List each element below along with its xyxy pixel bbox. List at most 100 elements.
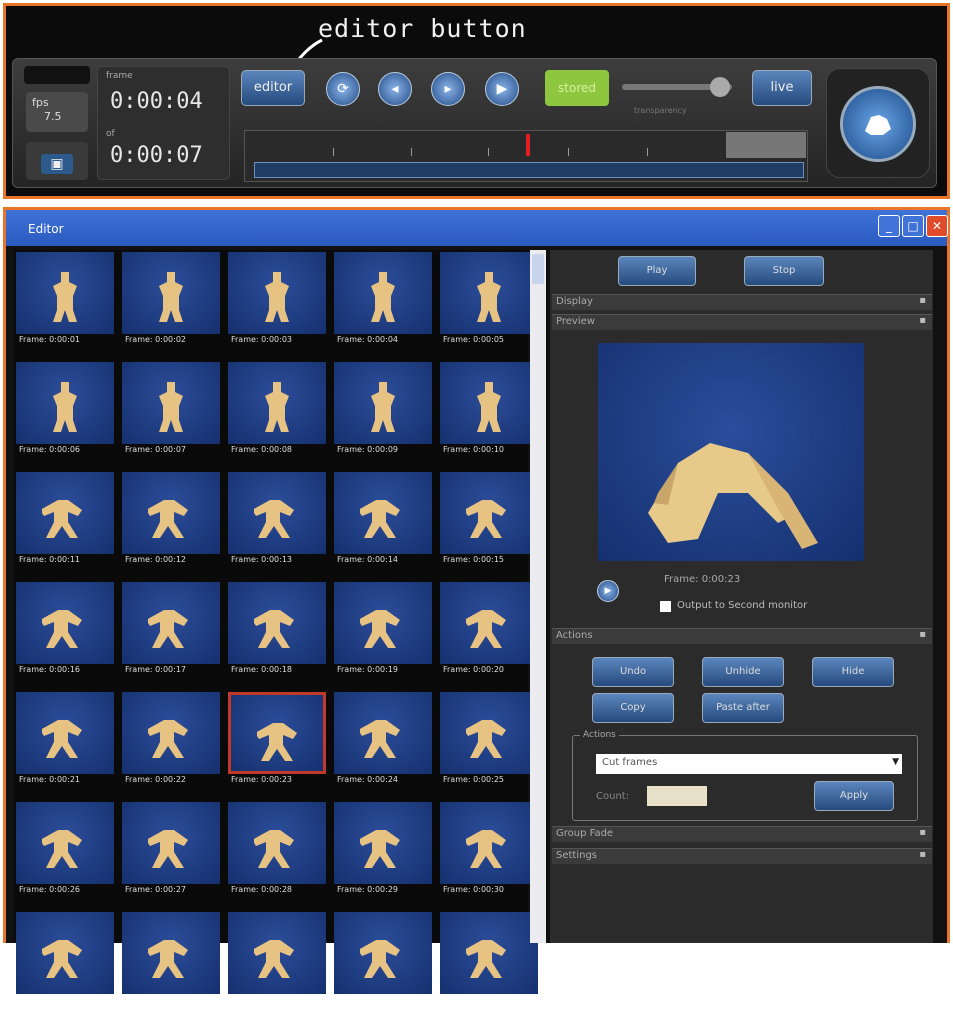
frame-thumbnail[interactable]: Frame: 0:00:12	[122, 472, 220, 574]
thumbnail-image	[228, 582, 326, 664]
undo-button[interactable]: Undo	[592, 657, 674, 687]
frame-thumbnail[interactable]: Frame: 0:00:15	[440, 472, 538, 574]
frame-label: Frame: 0:00:01	[19, 335, 81, 344]
frame-thumbnail[interactable]: Frame: 0:00:06	[16, 362, 114, 464]
minimize-button[interactable]: _	[878, 215, 900, 237]
action-select[interactable]: Cut frames ▼	[596, 754, 902, 774]
frame-thumbnail[interactable]	[122, 912, 220, 1014]
frame-label: Frame: 0:00:24	[337, 775, 399, 784]
stored-button[interactable]: stored	[545, 70, 609, 106]
timeline-scrollbar[interactable]	[254, 162, 804, 178]
frame-thumbnail[interactable]: Frame: 0:00:17	[122, 582, 220, 684]
collapse-icon: ▪	[919, 827, 926, 838]
frame-thumbnail[interactable]: Frame: 0:00:04	[334, 252, 432, 354]
frame-label: Frame: 0:00:09	[337, 445, 399, 454]
timeline-stored-region	[726, 132, 806, 158]
frame-label: Frame: 0:00:15	[443, 555, 505, 564]
frame-thumbnail[interactable]: Frame: 0:00:13	[228, 472, 326, 574]
frame-thumbnail[interactable]: Frame: 0:00:30	[440, 802, 538, 904]
frame-thumbnail[interactable]: Frame: 0:00:21	[16, 692, 114, 794]
figure-icon	[257, 723, 297, 761]
frame-thumbnail[interactable]: Frame: 0:00:16	[16, 582, 114, 684]
thumbnail-image	[16, 912, 114, 994]
apply-button[interactable]: Apply	[814, 781, 894, 811]
collapse-icon: ▪	[919, 629, 926, 640]
camera-button[interactable]: ▣	[26, 142, 88, 180]
preview-play-button[interactable]: ▶	[597, 580, 619, 602]
close-button[interactable]: ✕	[926, 215, 948, 237]
thumbnail-image	[122, 692, 220, 774]
frame-thumbnail[interactable]	[16, 912, 114, 1014]
frame-label: Frame: 0:00:18	[231, 665, 293, 674]
frame-thumbnail[interactable]: Frame: 0:00:09	[334, 362, 432, 464]
figure-icon	[53, 382, 77, 432]
hide-button[interactable]: Hide	[812, 657, 894, 687]
frame-thumbnail[interactable]: Frame: 0:00:29	[334, 802, 432, 904]
frame-label: Frame: 0:00:04	[337, 335, 399, 344]
frame-thumbnail[interactable]: Frame: 0:00:10	[440, 362, 538, 464]
maximize-button[interactable]: □	[902, 215, 924, 237]
step-forward-button[interactable]: ▸	[431, 72, 465, 106]
second-monitor-checkbox[interactable]	[660, 601, 671, 612]
count-label: Count:	[596, 791, 630, 802]
frame-thumbnail[interactable]: Frame: 0:00:26	[16, 802, 114, 904]
frame-label: Frame: 0:00:22	[125, 775, 187, 784]
play-button[interactable]: ▶	[485, 72, 519, 106]
timeline-tick	[333, 148, 334, 156]
count-field[interactable]	[647, 786, 707, 806]
frame-thumbnail[interactable]: Frame: 0:00:19	[334, 582, 432, 684]
unhide-button[interactable]: Unhide	[702, 657, 784, 687]
frame-thumbnail[interactable]: Frame: 0:00:05	[440, 252, 538, 354]
figure-icon	[254, 940, 294, 978]
frame-thumbnail[interactable]: Frame: 0:00:24	[334, 692, 432, 794]
frame-thumbnail[interactable]	[228, 912, 326, 1014]
thumbnail-image	[334, 362, 432, 444]
loop-button[interactable]: ⟳	[326, 72, 360, 106]
step-back-button[interactable]: ◂	[378, 72, 412, 106]
frame-thumbnail[interactable]: Frame: 0:00:20	[440, 582, 538, 684]
frame-label: Frame: 0:00:30	[443, 885, 505, 894]
actions-section-header[interactable]: Actions ▪	[552, 628, 932, 644]
timeline-tick	[647, 148, 648, 156]
paste-after-button[interactable]: Paste after	[702, 693, 784, 723]
editor-button[interactable]: editor	[241, 70, 305, 106]
frame-thumbnail[interactable]: Frame: 0:00:07	[122, 362, 220, 464]
figure-icon	[159, 382, 183, 432]
live-button[interactable]: live	[752, 70, 812, 106]
thumbnail-image	[228, 802, 326, 884]
display-section-header[interactable]: Display ▪	[552, 294, 932, 310]
frame-thumbnail[interactable]: Frame: 0:00:03	[228, 252, 326, 354]
frame-thumbnail[interactable]	[334, 912, 432, 1014]
frame-thumbnail[interactable]: Frame: 0:00:18	[228, 582, 326, 684]
copy-button[interactable]: Copy	[592, 693, 674, 723]
frame-thumbnail[interactable]: Frame: 0:00:02	[122, 252, 220, 354]
scrollbar-thumb[interactable]	[532, 254, 544, 284]
frame-grid[interactable]: Frame: 0:00:01 Frame: 0:00:02 Frame: 0:00:…	[14, 250, 538, 994]
frame-label: Frame: 0:00:10	[443, 445, 505, 454]
frame-thumbnail[interactable]: Frame: 0:00:28	[228, 802, 326, 904]
frame-thumbnail[interactable]: Frame: 0:00:27	[122, 802, 220, 904]
frame-thumbnail[interactable]: Frame: 0:00:22	[122, 692, 220, 794]
frame-thumbnail[interactable]: Frame: 0:00:14	[334, 472, 432, 574]
frame-thumbnail[interactable]: Frame: 0:00:08	[228, 362, 326, 464]
play-button-editor[interactable]: Play	[618, 256, 696, 286]
figure-icon	[159, 272, 183, 322]
timeline-playhead[interactable]	[526, 134, 530, 156]
group-fade-section-header[interactable]: Group Fade ▪	[552, 826, 932, 842]
frame-thumbnail[interactable]: Frame: 0:00:11	[16, 472, 114, 574]
timeline-tick	[411, 148, 412, 156]
frame-thumbnail[interactable]: Frame: 0:00:23	[228, 692, 326, 794]
capture-button[interactable]	[840, 86, 916, 162]
thumbnail-image	[440, 912, 538, 994]
preview-section-header[interactable]: Preview ▪	[552, 314, 932, 330]
transparency-slider-handle[interactable]	[710, 77, 730, 97]
stop-button-editor[interactable]: Stop	[744, 256, 824, 286]
frame-label: Frame: 0:00:20	[443, 665, 505, 674]
frame-thumbnail[interactable]: Frame: 0:00:25	[440, 692, 538, 794]
settings-section-header[interactable]: Settings ▪	[552, 848, 932, 864]
grid-scrollbar[interactable]	[530, 250, 546, 943]
frame-thumbnail[interactable]	[440, 912, 538, 1014]
frame-thumbnail[interactable]: Frame: 0:00:01	[16, 252, 114, 354]
frame-label: Frame: 0:00:16	[19, 665, 81, 674]
thumbnail-image	[122, 472, 220, 554]
